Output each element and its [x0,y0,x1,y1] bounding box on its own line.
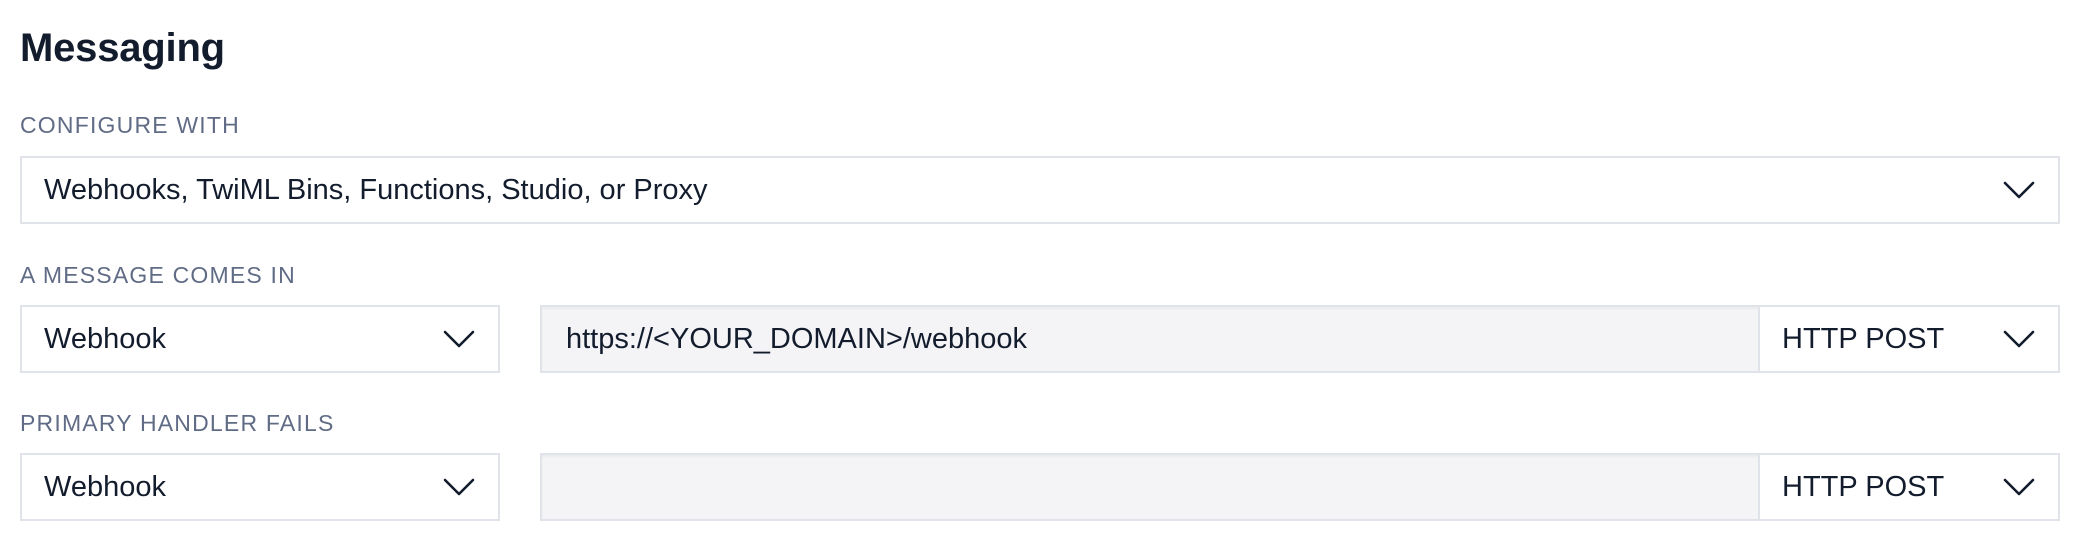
chevron-down-icon [2003,181,2035,199]
chevron-down-icon [2003,330,2035,348]
primary-handler-fails-handler-value: Webhook [44,470,166,503]
primary-handler-fails-label: PRIMARY HANDLER FAILS [20,410,335,436]
primary-handler-fails-url-input[interactable] [540,453,1778,521]
chevron-down-icon [2003,478,2035,496]
primary-handler-fails-method-select[interactable]: HTTP POST [1758,453,2060,521]
configure-with-label: CONFIGURE WITH [20,112,240,138]
primary-handler-fails-method-value: HTTP POST [1782,470,1945,503]
chevron-down-icon [443,330,475,348]
message-comes-in-handler-value: Webhook [44,322,166,355]
message-comes-in-method-value: HTTP POST [1782,322,1945,355]
message-comes-in-method-select[interactable]: HTTP POST [1758,305,2060,373]
chevron-down-icon [443,478,475,496]
configure-with-select[interactable]: Webhooks, TwiML Bins, Functions, Studio,… [20,156,2060,224]
section-title: Messaging [20,26,225,70]
message-comes-in-label: A MESSAGE COMES IN [20,262,296,288]
message-comes-in-url-value: https://<YOUR_DOMAIN>/webhook [566,322,1027,355]
configure-with-value: Webhooks, TwiML Bins, Functions, Studio,… [44,173,708,206]
primary-handler-fails-handler-select[interactable]: Webhook [20,453,500,521]
message-comes-in-handler-select[interactable]: Webhook [20,305,500,373]
message-comes-in-url-input[interactable]: https://<YOUR_DOMAIN>/webhook [540,305,1778,373]
